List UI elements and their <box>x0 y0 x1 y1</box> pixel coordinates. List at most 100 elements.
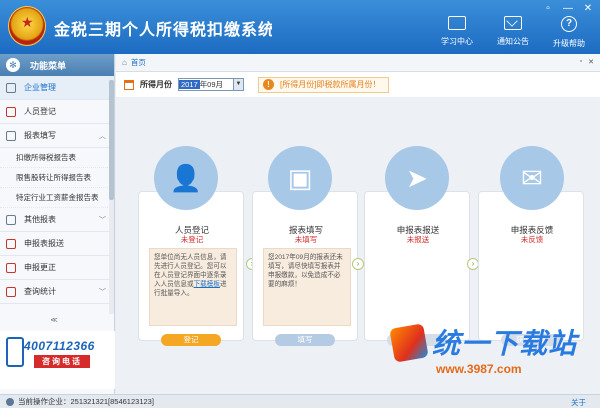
app-title: 金税三期个人所得税扣缴系统 <box>54 22 272 39</box>
app-window: 金税三期个人所得税扣缴系统 ▫ — ✕ 学习中心 通知公告 ? 升级帮助 ✻ 功… <box>0 0 600 408</box>
current-company: 当前操作企业：251321321[8546123123] <box>18 397 154 406</box>
title-bar: 金税三期个人所得税扣缴系统 ▫ — ✕ 学习中心 通知公告 ? 升级帮助 <box>0 0 600 54</box>
user-add-icon: 👤 <box>169 163 203 193</box>
sub-item-industry-salary-report[interactable]: 特定行业工资薪金报告表 <box>0 188 114 208</box>
step-card-feedback: 申报表反馈 未反馈 获取反馈 <box>478 191 584 346</box>
close-icon[interactable]: ✕ <box>582 3 594 14</box>
info-icon: ! <box>263 79 274 90</box>
sidebar-scroll-thumb[interactable] <box>109 80 114 200</box>
period-bar: 所得月份 2017 年09月 ▼ ! [所得月份]即税款所属月份！ <box>116 72 600 98</box>
calendar-icon <box>124 79 134 90</box>
learning-center-label: 学习中心 <box>441 37 473 46</box>
register-button[interactable]: 登记 <box>161 334 221 346</box>
watermark-text: 统一下载站 <box>432 328 578 359</box>
feedback-step-icon[interactable]: ✉ <box>500 146 564 210</box>
step-card-report: 报表填写 未填写 您2017年09月的报表还未填写，请尽快填写报表并申报缴款，以… <box>252 191 358 346</box>
learning-center-button[interactable]: 学习中心 <box>436 16 478 49</box>
chevron-down-icon: ﹀ <box>99 288 106 296</box>
submit-step-icon[interactable]: ➤ <box>385 146 449 210</box>
sidebar-item-other-reports[interactable]: 其他报表 ﹀ <box>0 208 114 232</box>
hotline-number: 4007112366 <box>24 339 95 353</box>
sidebar-item-label: 申报更正 <box>24 263 56 272</box>
personnel-step-icon[interactable]: 👤 <box>154 146 218 210</box>
about-link[interactable]: 关于 <box>571 397 586 408</box>
menu-header-label: 功能菜单 <box>30 60 67 71</box>
fill-button[interactable]: 填写 <box>275 334 335 346</box>
period-notice: ! [所得月份]即税款所属月份！ <box>258 76 390 93</box>
sub-item-restricted-stock-report[interactable]: 限售股转让所得报告表 <box>0 168 114 188</box>
sidebar-item-label: 申报表报送 <box>24 239 64 248</box>
collapse-sidebar-icon[interactable]: ≪ <box>48 316 60 324</box>
form-icon <box>6 130 16 141</box>
watermark: 统一下载站 www.3987.com <box>389 322 592 388</box>
person-icon <box>6 106 16 117</box>
paper-plane-icon: ➤ <box>406 163 428 193</box>
watermark-logo <box>389 323 429 363</box>
status-bar: 当前操作企业：251321321[8546123123] 关于 <box>0 394 600 408</box>
help-icon: ? <box>561 16 577 32</box>
chevron-up-icon: ︿ <box>99 132 106 140</box>
company-icon <box>6 82 16 93</box>
tab-controls: ▫ ✕ <box>580 58 594 66</box>
send-icon <box>6 238 16 249</box>
menu-icon: ✻ <box>6 58 20 72</box>
sidebar-item-label: 人员登记 <box>24 107 56 116</box>
period-select[interactable]: 2017 年09月 ▼ <box>178 78 244 91</box>
notice-button[interactable]: 通知公告 <box>492 16 534 49</box>
sidebar-item-personnel[interactable]: 人员登记 <box>0 100 114 124</box>
envelope-icon: ✉ <box>521 163 543 193</box>
sub-item-withholding-report[interactable]: 扣缴所得税报告表 <box>0 148 114 168</box>
step-card-personnel: 人员登记 未登记 您单位尚无人员信息，请先进行人员登记。您可以在人员登记界面中逐… <box>138 191 244 346</box>
watermark-url: www.3987.com <box>436 362 522 376</box>
top-toolbar: 学习中心 通知公告 ? 升级帮助 <box>436 16 590 49</box>
window-controls: ▫ — ✕ <box>542 3 594 14</box>
card-description: 您单位尚无人员信息，请先进行人员登记。您可以在人员登记界面中逐条录入人员信息或下… <box>149 248 237 326</box>
book-icon <box>448 16 466 30</box>
period-month: 年09月 <box>199 80 224 89</box>
sidebar-item-correction[interactable]: 申报更正 <box>0 256 114 280</box>
grid-icon <box>6 214 16 225</box>
sidebar-item-query[interactable]: 查询统计 ﹀ <box>0 280 114 304</box>
home-icon: ⌂ <box>122 58 127 67</box>
menu-header: ✻ 功能菜单 <box>0 54 114 76</box>
tab-bar: ⌂ 首页 <box>116 54 600 72</box>
chevron-down-icon: ﹀ <box>99 216 106 224</box>
monitor-icon: ▣ <box>287 163 313 193</box>
card-status: 未反馈 <box>520 235 544 244</box>
pin-icon <box>6 262 16 273</box>
hotline-label: 咨询电话 <box>34 355 90 368</box>
sidebar-item-submit[interactable]: 申报表报送 <box>0 232 114 256</box>
search-icon <box>6 286 16 297</box>
minimize-icon[interactable]: — <box>562 3 574 14</box>
card-status: 未登记 <box>180 235 204 244</box>
mail-icon <box>504 16 522 30</box>
notice-label: 通知公告 <box>497 37 529 46</box>
report-step-icon[interactable]: ▣ <box>268 146 332 210</box>
national-emblem-logo <box>8 6 46 46</box>
dropdown-icon[interactable]: ▼ <box>233 79 243 90</box>
download-template-link[interactable]: 下载模板 <box>194 281 220 288</box>
user-icon <box>6 397 14 406</box>
restore-tab-icon[interactable]: ▫ <box>580 58 582 66</box>
tab-home[interactable]: 首页 <box>131 57 146 68</box>
upgrade-help-label: 升级帮助 <box>553 39 585 48</box>
sidebar-item-label: 企业管理 <box>24 83 56 92</box>
sidebar-item-label: 报表填写 <box>24 131 56 140</box>
close-tab-icon[interactable]: ✕ <box>588 58 594 66</box>
sidebar-item-company[interactable]: 企业管理 <box>0 76 114 100</box>
card-description: 您2017年09月的报表还未填写，请尽快填写报表并申报缴款，以免造成不必要的麻烦… <box>263 248 351 326</box>
restore-icon[interactable]: ▫ <box>542 3 554 14</box>
sidebar: ✻ 功能菜单 企业管理 人员登记 报表填写 ︿ 扣缴所得税报告表 限售股转让所得… <box>0 54 115 394</box>
upgrade-help-button[interactable]: ? 升级帮助 <box>548 16 590 49</box>
notice-text: [所得月份]即税款所属月份！ <box>280 80 381 89</box>
card-status: 未报送 <box>406 235 430 244</box>
period-label: 所得月份 <box>140 80 172 89</box>
hotline-banner: 4007112366 咨询电话 <box>0 331 115 389</box>
sidebar-item-label: 查询统计 <box>24 287 56 296</box>
step-card-submit: 申报表报送 未报送 报送 <box>364 191 470 346</box>
arrow-right-icon: › <box>352 258 364 270</box>
card-status: 未填写 <box>294 235 318 244</box>
sidebar-item-label: 其他报表 <box>24 215 56 224</box>
phone-icon <box>6 337 24 367</box>
sidebar-item-report-fill[interactable]: 报表填写 ︿ <box>0 124 114 148</box>
